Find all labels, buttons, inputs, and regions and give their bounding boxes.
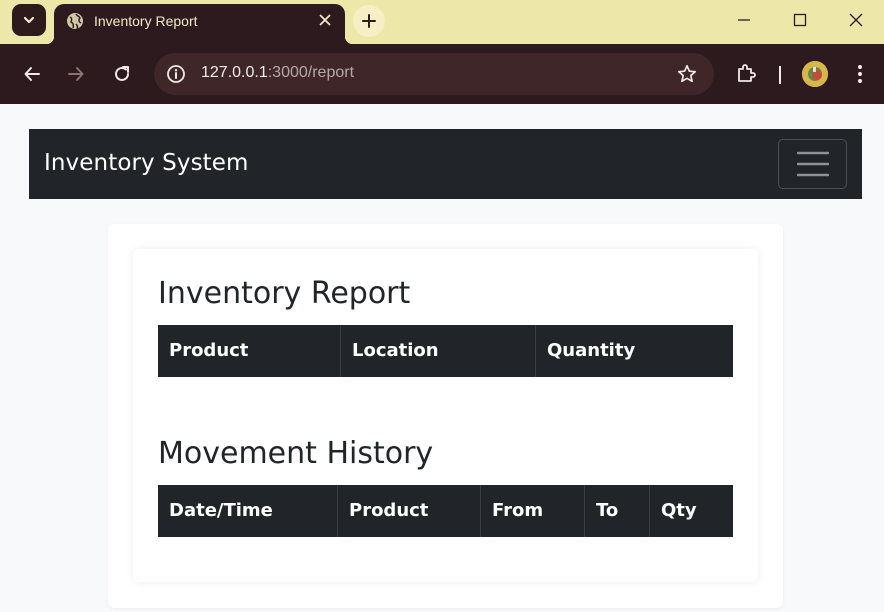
bookmark-button[interactable] [676,63,698,85]
report-container: Inventory Report Product Location Quanti… [108,224,783,608]
movement-history-title: Movement History [158,436,434,471]
maximize-icon [793,13,807,27]
arrow-left-icon [24,67,40,81]
column-header[interactable]: From [481,485,585,537]
reload-icon [115,66,129,81]
browser-tab-strip: Inventory Report [0,0,884,44]
profile-avatar-icon [802,61,828,87]
close-tab-button[interactable] [316,11,334,29]
avatar[interactable] [802,61,828,87]
inventory-table-header: Product Location Quantity [158,325,733,377]
navbar-brand[interactable]: Inventory System [44,150,249,176]
maximize-button[interactable] [772,0,828,40]
puzzle-icon [738,64,756,82]
navbar-toggler-button[interactable] [778,139,847,189]
tab-title: Inventory Report [94,13,198,29]
url-text: 127.0.0.1:3000/report [201,64,354,82]
browser-toolbar: 127.0.0.1:3000/report [0,44,884,104]
url-host: 127.0.0.1 [201,64,268,81]
column-header[interactable]: Qty [650,485,733,537]
back-button[interactable] [16,58,48,90]
address-bar[interactable]: 127.0.0.1:3000/report [154,53,714,95]
url-path: :3000/report [267,64,355,81]
report-card: Inventory Report Product Location Quanti… [133,249,758,582]
chevron-down-icon [23,16,35,24]
info-icon [167,65,185,83]
column-header[interactable]: To [585,485,650,537]
minimize-button[interactable] [716,0,772,40]
toolbar-divider [779,66,781,84]
globe-icon [67,13,83,30]
arrow-right-icon [68,67,84,81]
column-header[interactable]: Product [158,325,341,377]
column-header[interactable]: Location [341,325,536,377]
plus-icon [362,14,376,28]
page-viewport: Inventory System Inventory Report Produc… [4,104,884,612]
tab-search-button[interactable] [12,4,46,36]
reload-button[interactable] [106,58,138,90]
close-window-button[interactable] [828,0,884,40]
column-header[interactable]: Product [338,485,481,537]
site-info-button[interactable] [164,62,188,86]
star-icon [677,64,697,83]
kebab-icon [858,65,862,83]
forward-button[interactable] [60,58,92,90]
column-header[interactable]: Date/Time [158,485,338,537]
active-tab[interactable]: Inventory Report [46,4,353,44]
close-icon [849,13,863,27]
minimize-icon [738,19,750,21]
browser-menu-button[interactable] [846,58,874,90]
inventory-report-title: Inventory Report [158,276,411,311]
movement-table-header: Date/Time Product From To Qty [158,485,733,537]
column-header[interactable]: Quantity [536,325,733,377]
new-tab-button[interactable] [353,5,385,37]
hamburger-icon [796,151,829,177]
top-navbar: Inventory System [29,129,862,199]
close-icon [319,14,331,26]
extensions-button[interactable] [733,59,761,87]
